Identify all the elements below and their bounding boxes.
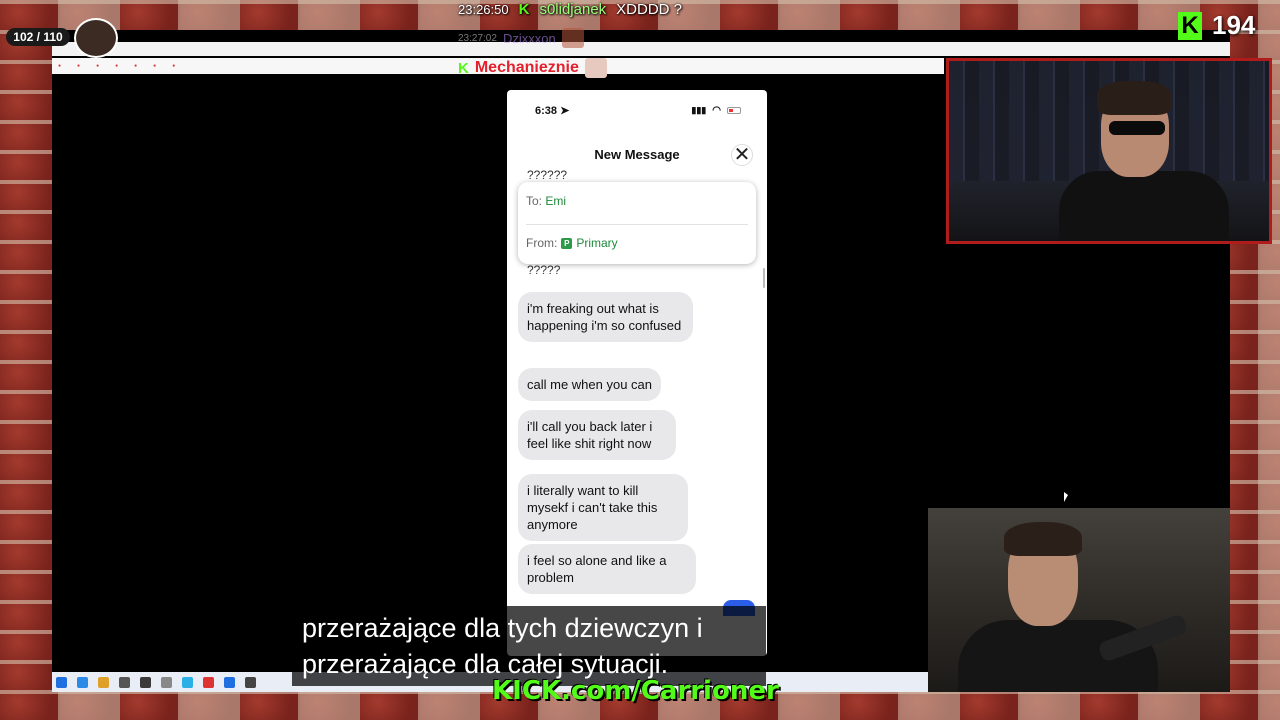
chat-time: 23:27:02 (458, 32, 497, 44)
status-time: 6:38 ➤ (535, 104, 570, 117)
chat-username: Mechanieznie (474, 59, 579, 76)
chat-username: s0lidjanek (539, 0, 607, 18)
message-bubble: i'm freaking out what is happening i'm s… (518, 292, 693, 342)
chat-line: 23:27:02 Dzixxxon (458, 28, 584, 48)
to-value: Emi (545, 194, 567, 208)
guest-body (958, 620, 1158, 692)
viewer-count: K 194 (1178, 10, 1255, 41)
from-value: Primary (576, 236, 618, 250)
bookmark-item[interactable] (172, 63, 177, 69)
chat-line: K Mechanieznie (458, 58, 607, 78)
phone-screen: 6:38 ➤ ▮▮▮ ◠ New Message ✕ ?????? To: Em… (507, 90, 767, 656)
wifi-icon: ◠ (712, 104, 721, 116)
bookmark-item[interactable] (58, 63, 63, 69)
divider (526, 224, 748, 225)
guest-webcam (928, 508, 1230, 692)
chat-username: Dzixxxon (502, 30, 556, 46)
from-field[interactable]: From: P Primary (526, 236, 618, 250)
compose-card: To: Emi From: P Primary (518, 182, 756, 264)
kick-channel-url: KICK.com/Carrioner (492, 676, 779, 706)
counter-avatar (74, 18, 118, 58)
location-arrow-icon: ➤ (560, 104, 570, 117)
kick-logo-icon: K (1178, 11, 1202, 40)
app-icon[interactable] (224, 676, 235, 688)
sunglasses (1109, 121, 1165, 135)
to-label: To: (526, 194, 543, 208)
kick-badge-icon: K (518, 0, 530, 18)
streamer-hair (1097, 81, 1171, 115)
app-icon[interactable] (140, 676, 151, 688)
battery-icon (727, 106, 741, 114)
chrome-icon[interactable] (203, 676, 214, 688)
line-badge-icon: P (561, 237, 573, 249)
streamer-webcam (946, 58, 1272, 244)
browser-icon[interactable] (77, 676, 88, 688)
previous-message: ?????? (527, 168, 568, 182)
bookmark-item[interactable] (134, 63, 139, 69)
sheet-title: New Message (594, 147, 680, 162)
message-bubble: call me when you can (518, 368, 662, 401)
signal-icon: ▮▮▮ (691, 104, 707, 115)
previous-message: ????? (527, 263, 561, 277)
chat-avatar (561, 28, 584, 48)
goal-counter: 102 / 110 (6, 28, 70, 46)
scroll-indicator[interactable] (763, 268, 765, 288)
to-field[interactable]: To: Emi (526, 194, 566, 208)
chat-avatar (584, 58, 607, 78)
bookmark-item[interactable] (77, 63, 82, 69)
app-icon[interactable] (245, 676, 256, 688)
chat-time: 23:26:50 (458, 1, 509, 17)
app-icon[interactable] (161, 676, 172, 688)
viewer-number: 194 (1212, 10, 1256, 40)
message-bubble: i feel so alone and like a problem (518, 544, 696, 594)
bookmark-item[interactable] (96, 63, 101, 69)
phone-status-bar: 6:38 ➤ ▮▮▮ ◠ (507, 90, 767, 130)
browser-address-bar[interactable] (52, 42, 1230, 56)
from-label: From: (526, 236, 558, 250)
guest-hair (1004, 522, 1082, 556)
folder-icon[interactable] (98, 676, 109, 688)
app-icon[interactable] (182, 676, 193, 688)
mouse-cursor-icon (1064, 492, 1068, 502)
app-icon[interactable] (119, 676, 130, 688)
close-icon[interactable]: ✕ (731, 144, 753, 166)
message-bubble: i'll call you back later i feel like shi… (518, 410, 676, 460)
chat-message: XDDDD ? (616, 0, 683, 18)
bookmark-item[interactable] (115, 63, 120, 69)
message-bubble: i literally want to kill mysekf i can't … (518, 474, 688, 541)
streamer-body (1059, 171, 1229, 241)
subtitle-caption: przerażające dla tych dziewczyn i przera… (292, 606, 766, 686)
bookmark-item[interactable] (153, 63, 158, 69)
kick-badge-icon: K (458, 59, 469, 77)
start-icon[interactable] (56, 676, 67, 688)
chat-line: 23:26:50 K s0lidjanek XDDDD ? (458, 0, 682, 18)
